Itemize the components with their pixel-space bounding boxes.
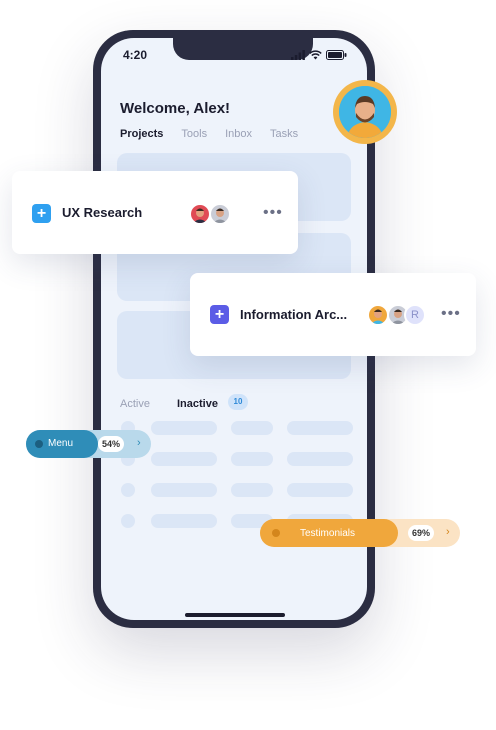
status-icons [291,50,347,60]
chevron-right-icon: › [446,526,450,538]
card-title: UX Research [62,205,143,220]
status-time: 4:20 [123,48,148,62]
tab-bar: Projects Tools Inbox Tasks [120,128,316,140]
more-icon[interactable]: ••• [441,305,461,323]
inactive-count-badge: 10 [228,394,248,410]
home-indicator [185,613,285,617]
user-avatar-icon [189,203,211,225]
avatar-initial: R [404,304,426,326]
signal-icon [291,50,305,60]
segment-inactive[interactable]: Inactive [177,398,218,410]
tab-tasks[interactable]: Tasks [270,128,298,140]
testimonials-label: Testimonials [300,528,356,539]
user-avatar[interactable] [333,80,397,144]
tab-inbox[interactable]: Inbox [225,128,252,140]
menu-progress-pill[interactable]: Menu 54% › [26,430,151,458]
testimonials-progress-pill[interactable]: Testimonials 69% › [260,519,460,547]
wifi-icon [309,50,322,60]
card-title: Information Arc... [240,307,348,322]
tab-tools[interactable]: Tools [181,128,207,140]
user-avatar-icon [367,304,389,326]
project-card-information-architecture[interactable]: + Information Arc... R ••• [190,273,476,356]
user-avatar-icon [209,203,231,225]
tab-projects[interactable]: Projects [120,128,163,140]
testimonials-percent: 69% [408,525,435,541]
project-card-ux-research[interactable]: + UX Research ••• [12,171,298,254]
status-dot-icon [35,440,43,448]
user-avatar-icon [339,86,391,138]
status-dot-icon [272,529,280,537]
segment-active[interactable]: Active [120,398,150,410]
more-icon[interactable]: ••• [263,204,283,222]
chevron-right-icon: › [137,437,141,449]
menu-percent: 54% [98,436,125,452]
plus-icon[interactable]: + [210,305,229,324]
battery-icon [326,50,347,60]
plus-icon[interactable]: + [32,204,51,223]
menu-label: Menu [48,438,74,449]
welcome-heading: Welcome, Alex! [120,100,231,117]
stage: 4:20 Welcome, Alex! Projects Tools Inbox… [0,0,496,730]
